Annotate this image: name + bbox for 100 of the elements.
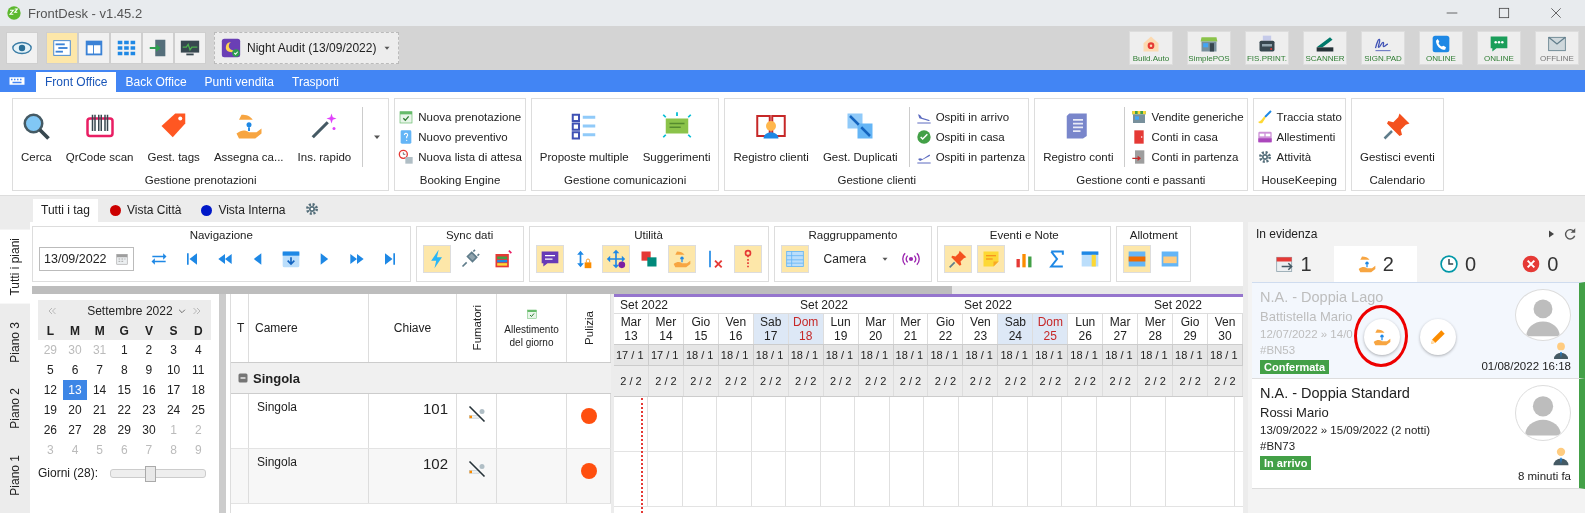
ribbon-button[interactable]: Cerca — [16, 110, 57, 163]
calendar-day[interactable]: 23 — [136, 400, 162, 420]
horizontal-scrollbar[interactable] — [32, 286, 1243, 294]
calendar-day[interactable]: 16 — [136, 380, 162, 400]
ribbon-button[interactable]: Nuova lista di attesa — [398, 148, 522, 165]
chevron-down-icon[interactable] — [176, 306, 187, 316]
floor-tab[interactable]: Tutti i piani — [0, 230, 30, 304]
calendar-day[interactable]: 15 — [111, 380, 137, 400]
calendar-day[interactable]: 8 — [111, 360, 137, 380]
view-button[interactable] — [78, 32, 110, 64]
calendar-day[interactable]: 12 — [38, 380, 63, 400]
booking-card[interactable]: N.A. - Doppia Standard Rossi Mario 13/09/2022 » 15/09/2022 (2 notti) #BN73 In arrivo 8 minuti fa — [1252, 379, 1585, 489]
ribbon-button[interactable]: Registro clienti — [728, 110, 814, 163]
calendar-day[interactable]: 25 — [185, 400, 211, 420]
calendar-day[interactable]: 27 — [62, 420, 88, 440]
ribbon-button[interactable]: Nuova prenotazione — [398, 108, 522, 125]
view-button[interactable] — [142, 32, 174, 64]
ribbon-button[interactable]: Gest. tags — [142, 110, 205, 163]
ribbon-button[interactable]: Traccia stato — [1256, 108, 1342, 125]
device-button[interactable]: SIGN.PAD — [1361, 31, 1405, 65]
ribbon-button[interactable]: Vendite generiche — [1131, 108, 1244, 125]
maximize-icon[interactable] — [1496, 5, 1512, 21]
settings-icon[interactable] — [303, 201, 320, 217]
menu-tab[interactable]: Back Office — [116, 72, 196, 92]
assign-button[interactable] — [1364, 319, 1400, 355]
floor-tab[interactable]: Piano 1 — [0, 447, 30, 504]
ribbon-button[interactable]: Gestisci eventi — [1354, 110, 1440, 163]
calendar-day[interactable]: 17 — [161, 380, 186, 400]
view-tab[interactable]: Tutti i tag — [33, 199, 98, 222]
device-button[interactable]: FIS.PRINT. — [1245, 31, 1289, 65]
device-button[interactable]: ONLINE — [1477, 31, 1521, 65]
menu-tab[interactable]: Trasporti — [283, 72, 348, 92]
device-button[interactable]: ONLINE — [1419, 31, 1463, 65]
ribbon-button[interactable]: Attività — [1256, 148, 1342, 165]
view-button[interactable] — [174, 32, 206, 64]
device-button[interactable]: SimplePOS — [1187, 31, 1231, 65]
calendar-day[interactable]: 9 — [136, 360, 162, 380]
calendar-icon[interactable] — [114, 252, 129, 266]
calendar-day[interactable]: 19 — [38, 400, 63, 420]
ribbon-button[interactable]: Conti in casa — [1131, 128, 1244, 145]
group-row[interactable]: Singola — [231, 363, 611, 394]
view-button[interactable] — [6, 32, 38, 64]
calendar-day[interactable]: 21 — [87, 400, 112, 420]
tool-button[interactable] — [535, 245, 564, 273]
grouping-dropdown[interactable]: Camera — [813, 245, 893, 273]
view-tab[interactable]: Vista Interna — [193, 199, 294, 222]
calendar-day[interactable]: 2 — [136, 340, 162, 360]
calendar-day[interactable]: 7 — [87, 360, 112, 380]
ribbon-button[interactable]: Proposte multiple — [534, 110, 634, 163]
tool-button[interactable] — [601, 245, 630, 273]
counter-tab[interactable]: 0 — [1416, 246, 1499, 282]
calendar-day[interactable]: 10 — [161, 360, 186, 380]
floor-tab[interactable]: Piano 3 — [0, 313, 30, 371]
floor-tab[interactable]: Piano 2 — [0, 380, 30, 437]
calendar-day[interactable]: 24 — [161, 400, 186, 420]
menu-tab[interactable]: Front Office — [36, 72, 117, 92]
ribbon-button[interactable]: Nuovo preventivo — [398, 128, 522, 145]
counter-tab[interactable]: 2 — [1334, 246, 1417, 282]
ribbon-button[interactable]: Registro conti — [1038, 110, 1119, 163]
calendar-day[interactable]: 14 — [87, 380, 112, 400]
edit-button[interactable] — [1420, 319, 1456, 355]
ribbon-button[interactable]: QrCode scan — [60, 110, 139, 163]
device-button[interactable]: Build.Auto — [1129, 31, 1173, 65]
vertical-scrollbar[interactable] — [218, 294, 226, 513]
refresh-icon[interactable] — [1563, 227, 1577, 241]
tool-button[interactable] — [944, 245, 973, 273]
ribbon-button[interactable]: Suggerimenti — [637, 110, 716, 163]
calendar-day[interactable]: 29 — [111, 420, 137, 440]
calendar-day[interactable]: 13 — [62, 380, 88, 400]
close-icon[interactable] — [1548, 5, 1564, 21]
counter-tab[interactable]: 0 — [1498, 246, 1581, 282]
calendar-day[interactable]: 28 — [87, 420, 112, 440]
ribbon-button[interactable]: Conti in partenza — [1131, 148, 1244, 165]
ribbon-button[interactable]: Allestimenti — [1256, 128, 1342, 145]
view-tab[interactable]: Vista Città — [101, 199, 190, 222]
date-field[interactable]: 13/09/2022 — [39, 247, 134, 271]
calendar-day[interactable]: 5 — [38, 360, 63, 380]
calendar-day[interactable]: 6 — [62, 360, 88, 380]
tool-button[interactable] — [733, 245, 762, 273]
calendar-day[interactable]: 4 — [185, 340, 211, 360]
calendar-day[interactable]: 3 — [161, 340, 186, 360]
collapse-icon[interactable] — [237, 372, 249, 384]
counter-tab[interactable]: 1 — [1252, 246, 1335, 282]
night-audit-dropdown[interactable]: Night Audit (13/09/2022) — [214, 32, 400, 64]
calendar-day[interactable]: 1 — [111, 340, 137, 360]
calendar-day[interactable]: 18 — [185, 380, 211, 400]
device-button[interactable]: OFFLINE — [1535, 31, 1579, 65]
booking-card[interactable]: N.A. - Doppia Lago Battistella Mario 12/07/2022 » 14/0 #BN53 Confermata 01/08/2022 16:18 — [1252, 282, 1585, 379]
calendar-day[interactable]: 26 — [38, 420, 63, 440]
ribbon-button[interactable]: Assegna ca... — [208, 110, 289, 163]
menu-tab[interactable]: Punti vendita — [195, 72, 283, 92]
ribbon-button[interactable]: Ospiti in casa — [915, 128, 1026, 145]
calendar-day[interactable]: 30 — [136, 420, 162, 440]
calendar-day[interactable]: 22 — [111, 400, 137, 420]
calendar-day[interactable]: 20 — [62, 400, 88, 420]
slider-thumb[interactable] — [144, 465, 156, 482]
ribbon-button[interactable]: Ospiti in arrivo — [915, 108, 1026, 125]
ribbon-button[interactable]: Ins. rapido — [292, 110, 357, 163]
calendar-day[interactable]: 11 — [185, 360, 211, 380]
ribbon-button[interactable]: Gest. Duplicati — [817, 110, 903, 163]
